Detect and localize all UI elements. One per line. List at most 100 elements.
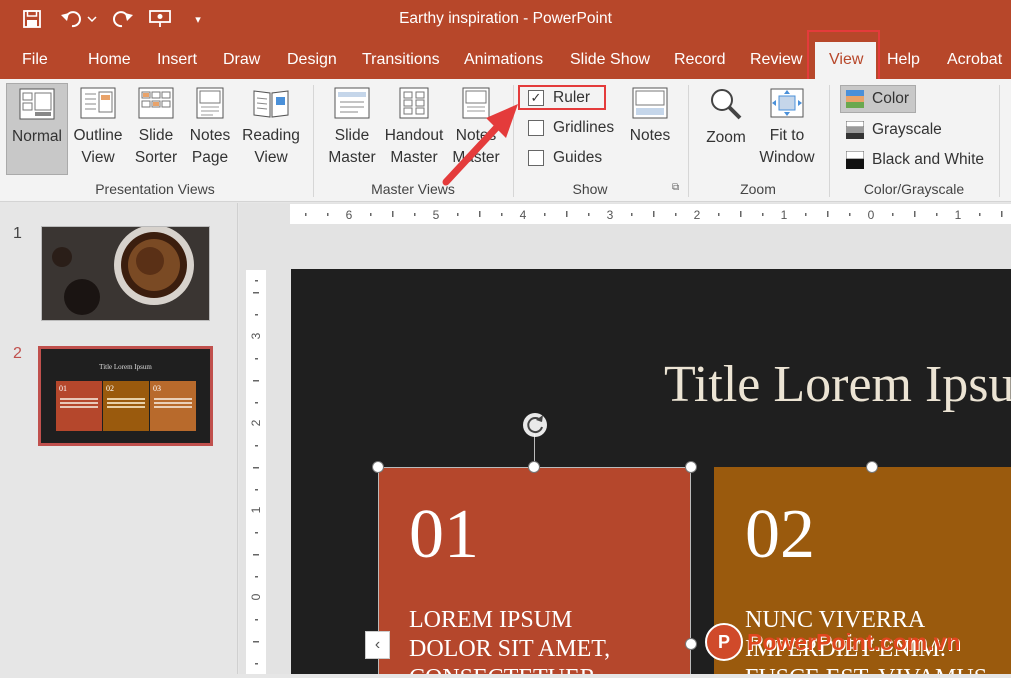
- chevron-left-icon[interactable]: ‹: [365, 631, 390, 659]
- slide-thumbnail-2[interactable]: Title Lorem Ipsum 01 02 03: [38, 346, 213, 446]
- thumb-box-2: 02: [103, 381, 149, 431]
- slide-master-icon: [334, 87, 370, 119]
- annotation-arrow-icon: [442, 104, 518, 186]
- normal-view-button[interactable]: Normal: [6, 83, 68, 175]
- tab-slide-show[interactable]: Slide Show: [570, 51, 650, 69]
- normal-view-icon: [19, 88, 55, 120]
- fit-to-window-label-2: Window: [759, 149, 815, 166]
- black-and-white-icon: [846, 151, 864, 169]
- resize-handle[interactable]: [372, 461, 384, 473]
- selection-outline: [378, 467, 691, 674]
- rotate-handle-icon[interactable]: [520, 410, 550, 440]
- group-separator: [688, 85, 689, 197]
- powerpoint-logo-icon: P: [705, 623, 743, 661]
- thumb-title: Title Lorem Ipsum: [99, 363, 152, 371]
- ruler-ticks: 6 5 4 3 2 1 0 1: [305, 208, 1003, 222]
- fit-to-window-label-1: Fit to: [769, 127, 805, 144]
- resize-handle[interactable]: [685, 461, 697, 473]
- color-icon: [846, 90, 864, 108]
- tab-design[interactable]: Design: [287, 51, 337, 69]
- watermark: P PowerPoint.com.vn: [705, 623, 960, 661]
- resize-handle[interactable]: [866, 461, 878, 473]
- gridlines-checkbox[interactable]: Gridlines: [528, 119, 614, 137]
- thumb-box-3: 03: [150, 381, 196, 431]
- tab-home[interactable]: Home: [88, 51, 131, 69]
- svg-text:2: 2: [694, 208, 701, 222]
- notes-page-label-2: Page: [191, 149, 229, 166]
- thumb-box-number: 02: [106, 384, 114, 393]
- zoom-button[interactable]: Zoom: [698, 87, 754, 149]
- svg-text:2: 2: [249, 419, 263, 426]
- dialog-launcher-icon[interactable]: ⧉: [672, 182, 679, 193]
- slide-sorter-label-2: Sorter: [134, 149, 178, 166]
- magnifier-icon: [711, 89, 742, 120]
- reading-view-button[interactable]: Reading View: [238, 87, 304, 169]
- reading-view-icon: [253, 90, 289, 118]
- outline-view-button[interactable]: Outline View: [70, 87, 126, 169]
- tab-draw[interactable]: Draw: [223, 51, 260, 69]
- grayscale-button[interactable]: Grayscale: [846, 121, 942, 139]
- resize-handle[interactable]: [528, 461, 540, 473]
- view-tab-highlight: [807, 30, 880, 85]
- slide-title[interactable]: Title Lorem Ipsum: [664, 355, 1011, 414]
- tab-file[interactable]: File: [22, 51, 48, 69]
- slide-canvas[interactable]: Title Lorem Ipsum 01 LOREM IPSUM DOLOR S…: [291, 269, 1011, 674]
- tab-review[interactable]: Review: [750, 51, 802, 69]
- grayscale-icon: [846, 121, 864, 139]
- reading-view-label-2: View: [254, 149, 288, 166]
- checkbox-icon: [528, 120, 544, 136]
- thumb-box-number: 01: [59, 384, 67, 393]
- fit-to-window-icon: [770, 88, 804, 118]
- show-group-label: Show: [572, 181, 608, 197]
- color-grayscale-group-label: Color/Grayscale: [863, 181, 965, 197]
- tab-help[interactable]: Help: [887, 51, 920, 69]
- slide-sorter-label-1: Slide: [138, 127, 174, 144]
- fit-to-window-button[interactable]: Fit to Window: [756, 87, 818, 169]
- svg-text:1: 1: [955, 208, 962, 222]
- slide-master-button[interactable]: Slide Master: [322, 87, 382, 169]
- slide-master-label-1: Slide: [334, 127, 370, 144]
- svg-text:3: 3: [607, 208, 614, 222]
- notes-button[interactable]: Notes: [624, 87, 676, 147]
- svg-text:0: 0: [868, 208, 875, 222]
- tab-insert[interactable]: Insert: [157, 51, 197, 69]
- horizontal-ruler[interactable]: 6 5 4 3 2 1 0 1: [290, 204, 1011, 224]
- black-and-white-label: Black and White: [872, 151, 984, 168]
- watermark-text: PowerPoint.com.vn: [747, 628, 961, 655]
- normal-view-label: Normal: [12, 128, 62, 145]
- group-separator: [829, 85, 830, 197]
- tab-transitions[interactable]: Transitions: [362, 51, 440, 69]
- guides-checkbox[interactable]: Guides: [528, 149, 602, 167]
- group-separator: [999, 85, 1000, 197]
- zoom-group-label: Zoom: [740, 181, 776, 197]
- grayscale-label: Grayscale: [872, 121, 942, 138]
- slide-sorter-icon: [138, 87, 174, 119]
- box-2-number: 02: [745, 496, 815, 573]
- notes-page-button[interactable]: Notes Page: [186, 87, 234, 169]
- thumb-box-1: 01: [56, 381, 102, 431]
- tab-record[interactable]: Record: [674, 51, 726, 69]
- tab-animations[interactable]: Animations: [464, 51, 543, 69]
- black-and-white-button[interactable]: Black and White: [846, 151, 984, 169]
- notes-icon: [632, 87, 668, 119]
- outline-view-icon: [80, 87, 116, 119]
- vertical-ruler[interactable]: 3 2 1 0: [246, 270, 266, 674]
- coffee-cup-image: [42, 227, 209, 320]
- tab-acrobat[interactable]: Acrobat: [947, 51, 1002, 69]
- slide-thumbnail-1[interactable]: [41, 226, 210, 321]
- svg-text:4: 4: [520, 208, 527, 222]
- thumb-box-number: 03: [153, 384, 161, 393]
- ruler-highlight: [518, 85, 606, 110]
- reading-view-label-1: Reading: [242, 127, 300, 144]
- color-button[interactable]: Color: [840, 85, 916, 113]
- notes-page-label-1: Notes: [189, 127, 231, 144]
- ruler-ticks: 3 2 1 0: [249, 280, 263, 665]
- group-separator: [313, 85, 314, 197]
- notes-page-icon: [196, 87, 224, 119]
- svg-text:6: 6: [346, 208, 353, 222]
- outline-view-label-2: View: [81, 149, 115, 166]
- svg-text:1: 1: [249, 506, 263, 513]
- svg-text:0: 0: [249, 593, 263, 600]
- resize-handle[interactable]: [685, 638, 697, 650]
- slide-sorter-button[interactable]: Slide Sorter: [130, 87, 182, 169]
